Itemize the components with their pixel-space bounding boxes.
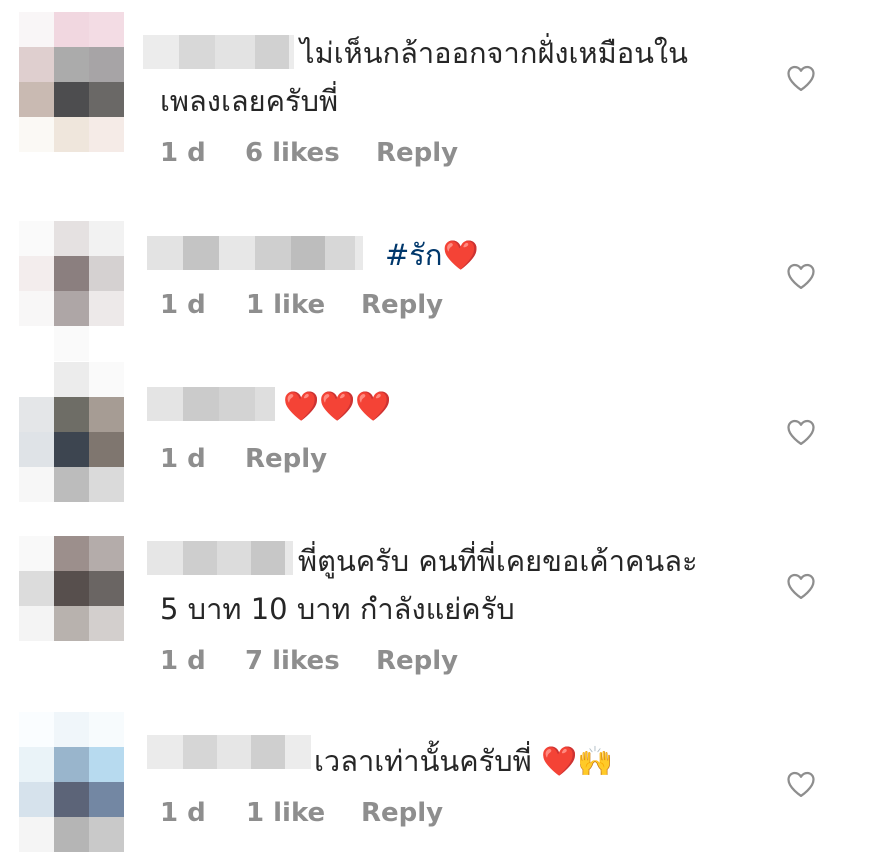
hashtag-link[interactable]: #รัก: [385, 238, 442, 272]
timestamp: 1 d: [160, 646, 206, 676]
comment-text: #รัก❤️: [385, 232, 479, 278]
like-button[interactable]: [786, 418, 816, 446]
timestamp: 1 d: [160, 138, 206, 168]
like-button[interactable]: [786, 572, 816, 600]
avatar[interactable]: [19, 12, 124, 152]
heart-outline-icon: [787, 771, 815, 797]
heart-outline-icon: [787, 573, 815, 599]
timestamp: 1 d: [160, 290, 206, 320]
username-blurred[interactable]: [147, 541, 293, 575]
comment-text: ไม่เห็นกล้าออกจากฝั่งเหมือนใน: [300, 36, 688, 70]
avatar[interactable]: [19, 536, 124, 676]
username-blurred[interactable]: [143, 35, 294, 69]
timestamp: 1 d: [160, 444, 206, 474]
likes-count[interactable]: 1 like: [246, 798, 325, 828]
avatar[interactable]: [19, 712, 124, 852]
reply-button[interactable]: Reply: [376, 646, 458, 676]
comment-text: ❤️❤️❤️: [283, 383, 391, 429]
like-button[interactable]: [786, 64, 816, 92]
username-blurred[interactable]: [147, 236, 363, 270]
comment-text: เพลงเลยครับพี่: [160, 84, 339, 118]
reply-button[interactable]: Reply: [361, 290, 443, 320]
heart-emoji: ❤️❤️❤️: [283, 389, 392, 423]
heart-outline-icon: [787, 65, 815, 91]
avatar[interactable]: [19, 362, 124, 502]
heart-outline-icon: [787, 263, 815, 289]
likes-count[interactable]: 6 likes: [245, 138, 340, 168]
heart-and-raised-hands-emoji: ❤️🙌: [540, 744, 614, 778]
heart-emoji: ❤️: [442, 238, 479, 272]
comment-text: 5 บาท 10 บาท กำลังแย่ครับ: [160, 592, 515, 626]
reply-button[interactable]: Reply: [245, 444, 327, 474]
heart-outline-icon: [787, 419, 815, 445]
timestamp: 1 d: [160, 798, 206, 828]
like-button[interactable]: [786, 770, 816, 798]
username-blurred[interactable]: [147, 735, 311, 769]
likes-count[interactable]: 7 likes: [245, 646, 340, 676]
reply-button[interactable]: Reply: [361, 798, 443, 828]
comment-text: พี่ตูนครับ คนที่พี่เคยขอเค้าคนละ: [298, 544, 698, 578]
like-button[interactable]: [786, 262, 816, 290]
comment-text: เวลาเท่านั้นครับพี่ ❤️🙌: [314, 738, 613, 784]
comment-body: เวลาเท่านั้นครับพี่: [314, 744, 541, 778]
reply-button[interactable]: Reply: [376, 138, 458, 168]
likes-count[interactable]: 1 like: [246, 290, 325, 320]
username-blurred[interactable]: [147, 387, 275, 421]
avatar[interactable]: [19, 221, 124, 361]
